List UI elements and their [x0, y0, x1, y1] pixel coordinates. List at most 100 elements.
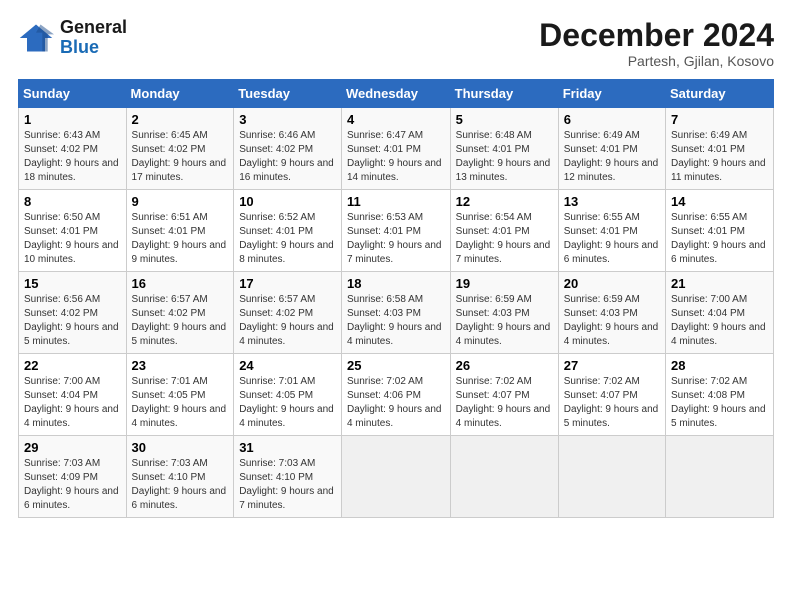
title-block: December 2024 Partesh, Gjilan, Kosovo	[539, 18, 774, 69]
day-info: Sunrise: 6:59 AM Sunset: 4:03 PM Dayligh…	[456, 293, 553, 349]
day-number: 24	[239, 358, 336, 373]
day-info: Sunrise: 7:02 AM Sunset: 4:07 PM Dayligh…	[564, 375, 660, 431]
day-info: Sunrise: 6:50 AM Sunset: 4:01 PM Dayligh…	[24, 211, 121, 267]
day-info: Sunrise: 6:43 AM Sunset: 4:02 PM Dayligh…	[24, 129, 121, 185]
week-row-4: 22 Sunrise: 7:00 AM Sunset: 4:04 PM Dayl…	[19, 354, 774, 436]
month-title: December 2024	[539, 18, 774, 53]
day-cell: 27 Sunrise: 7:02 AM Sunset: 4:07 PM Dayl…	[558, 354, 665, 436]
day-header-monday: Monday	[126, 80, 234, 108]
day-info: Sunrise: 7:02 AM Sunset: 4:08 PM Dayligh…	[671, 375, 768, 431]
day-header-friday: Friday	[558, 80, 665, 108]
day-cell: 4 Sunrise: 6:47 AM Sunset: 4:01 PM Dayli…	[341, 108, 450, 190]
day-cell: 2 Sunrise: 6:45 AM Sunset: 4:02 PM Dayli…	[126, 108, 234, 190]
day-header-sunday: Sunday	[19, 80, 127, 108]
logo: General Blue	[18, 18, 127, 58]
day-info: Sunrise: 7:03 AM Sunset: 4:10 PM Dayligh…	[239, 457, 336, 513]
day-number: 19	[456, 276, 553, 291]
day-header-wednesday: Wednesday	[341, 80, 450, 108]
day-info: Sunrise: 6:58 AM Sunset: 4:03 PM Dayligh…	[347, 293, 445, 349]
day-number: 4	[347, 112, 445, 127]
day-cell: 21 Sunrise: 7:00 AM Sunset: 4:04 PM Dayl…	[666, 272, 774, 354]
day-info: Sunrise: 6:49 AM Sunset: 4:01 PM Dayligh…	[564, 129, 660, 185]
day-info: Sunrise: 6:48 AM Sunset: 4:01 PM Dayligh…	[456, 129, 553, 185]
day-cell: 7 Sunrise: 6:49 AM Sunset: 4:01 PM Dayli…	[666, 108, 774, 190]
day-cell: 22 Sunrise: 7:00 AM Sunset: 4:04 PM Dayl…	[19, 354, 127, 436]
day-info: Sunrise: 7:01 AM Sunset: 4:05 PM Dayligh…	[239, 375, 336, 431]
day-number: 29	[24, 440, 121, 455]
day-number: 17	[239, 276, 336, 291]
page-container: General Blue December 2024 Partesh, Gjil…	[0, 0, 792, 528]
week-row-3: 15 Sunrise: 6:56 AM Sunset: 4:02 PM Dayl…	[19, 272, 774, 354]
day-header-thursday: Thursday	[450, 80, 558, 108]
logo-line2: Blue	[60, 38, 127, 58]
day-number: 7	[671, 112, 768, 127]
day-number: 30	[132, 440, 229, 455]
day-info: Sunrise: 6:53 AM Sunset: 4:01 PM Dayligh…	[347, 211, 445, 267]
day-cell: 26 Sunrise: 7:02 AM Sunset: 4:07 PM Dayl…	[450, 354, 558, 436]
day-cell: 6 Sunrise: 6:49 AM Sunset: 4:01 PM Dayli…	[558, 108, 665, 190]
day-info: Sunrise: 6:51 AM Sunset: 4:01 PM Dayligh…	[132, 211, 229, 267]
day-info: Sunrise: 6:45 AM Sunset: 4:02 PM Dayligh…	[132, 129, 229, 185]
week-row-5: 29 Sunrise: 7:03 AM Sunset: 4:09 PM Dayl…	[19, 436, 774, 518]
day-cell	[666, 436, 774, 518]
day-cell: 3 Sunrise: 6:46 AM Sunset: 4:02 PM Dayli…	[234, 108, 342, 190]
day-number: 18	[347, 276, 445, 291]
day-number: 28	[671, 358, 768, 373]
day-cell: 20 Sunrise: 6:59 AM Sunset: 4:03 PM Dayl…	[558, 272, 665, 354]
logo-line1: General	[60, 18, 127, 38]
day-number: 15	[24, 276, 121, 291]
week-row-1: 1 Sunrise: 6:43 AM Sunset: 4:02 PM Dayli…	[19, 108, 774, 190]
day-number: 11	[347, 194, 445, 209]
day-number: 12	[456, 194, 553, 209]
day-info: Sunrise: 6:55 AM Sunset: 4:01 PM Dayligh…	[671, 211, 768, 267]
day-number: 14	[671, 194, 768, 209]
day-cell: 18 Sunrise: 6:58 AM Sunset: 4:03 PM Dayl…	[341, 272, 450, 354]
day-header-tuesday: Tuesday	[234, 80, 342, 108]
day-number: 1	[24, 112, 121, 127]
day-cell: 28 Sunrise: 7:02 AM Sunset: 4:08 PM Dayl…	[666, 354, 774, 436]
day-number: 27	[564, 358, 660, 373]
day-info: Sunrise: 7:03 AM Sunset: 4:10 PM Dayligh…	[132, 457, 229, 513]
day-info: Sunrise: 6:59 AM Sunset: 4:03 PM Dayligh…	[564, 293, 660, 349]
day-number: 5	[456, 112, 553, 127]
logo-icon	[18, 20, 54, 56]
header-row: SundayMondayTuesdayWednesdayThursdayFrid…	[19, 80, 774, 108]
day-info: Sunrise: 7:01 AM Sunset: 4:05 PM Dayligh…	[132, 375, 229, 431]
day-cell	[341, 436, 450, 518]
day-number: 26	[456, 358, 553, 373]
day-number: 21	[671, 276, 768, 291]
day-header-saturday: Saturday	[666, 80, 774, 108]
day-number: 8	[24, 194, 121, 209]
day-number: 31	[239, 440, 336, 455]
day-cell: 19 Sunrise: 6:59 AM Sunset: 4:03 PM Dayl…	[450, 272, 558, 354]
day-cell: 5 Sunrise: 6:48 AM Sunset: 4:01 PM Dayli…	[450, 108, 558, 190]
day-info: Sunrise: 6:47 AM Sunset: 4:01 PM Dayligh…	[347, 129, 445, 185]
day-cell: 29 Sunrise: 7:03 AM Sunset: 4:09 PM Dayl…	[19, 436, 127, 518]
day-number: 13	[564, 194, 660, 209]
day-info: Sunrise: 7:03 AM Sunset: 4:09 PM Dayligh…	[24, 457, 121, 513]
day-number: 16	[132, 276, 229, 291]
day-info: Sunrise: 7:00 AM Sunset: 4:04 PM Dayligh…	[24, 375, 121, 431]
location-subtitle: Partesh, Gjilan, Kosovo	[539, 53, 774, 69]
day-info: Sunrise: 7:02 AM Sunset: 4:06 PM Dayligh…	[347, 375, 445, 431]
day-info: Sunrise: 6:56 AM Sunset: 4:02 PM Dayligh…	[24, 293, 121, 349]
day-info: Sunrise: 6:55 AM Sunset: 4:01 PM Dayligh…	[564, 211, 660, 267]
day-number: 3	[239, 112, 336, 127]
day-cell: 17 Sunrise: 6:57 AM Sunset: 4:02 PM Dayl…	[234, 272, 342, 354]
day-cell: 23 Sunrise: 7:01 AM Sunset: 4:05 PM Dayl…	[126, 354, 234, 436]
day-info: Sunrise: 7:00 AM Sunset: 4:04 PM Dayligh…	[671, 293, 768, 349]
day-cell: 16 Sunrise: 6:57 AM Sunset: 4:02 PM Dayl…	[126, 272, 234, 354]
day-cell: 30 Sunrise: 7:03 AM Sunset: 4:10 PM Dayl…	[126, 436, 234, 518]
day-cell: 1 Sunrise: 6:43 AM Sunset: 4:02 PM Dayli…	[19, 108, 127, 190]
day-info: Sunrise: 6:54 AM Sunset: 4:01 PM Dayligh…	[456, 211, 553, 267]
day-number: 22	[24, 358, 121, 373]
day-cell: 11 Sunrise: 6:53 AM Sunset: 4:01 PM Dayl…	[341, 190, 450, 272]
day-cell: 14 Sunrise: 6:55 AM Sunset: 4:01 PM Dayl…	[666, 190, 774, 272]
day-info: Sunrise: 7:02 AM Sunset: 4:07 PM Dayligh…	[456, 375, 553, 431]
day-cell: 13 Sunrise: 6:55 AM Sunset: 4:01 PM Dayl…	[558, 190, 665, 272]
day-cell: 15 Sunrise: 6:56 AM Sunset: 4:02 PM Dayl…	[19, 272, 127, 354]
day-number: 20	[564, 276, 660, 291]
calendar-table: SundayMondayTuesdayWednesdayThursdayFrid…	[18, 79, 774, 518]
day-number: 9	[132, 194, 229, 209]
day-cell: 10 Sunrise: 6:52 AM Sunset: 4:01 PM Dayl…	[234, 190, 342, 272]
